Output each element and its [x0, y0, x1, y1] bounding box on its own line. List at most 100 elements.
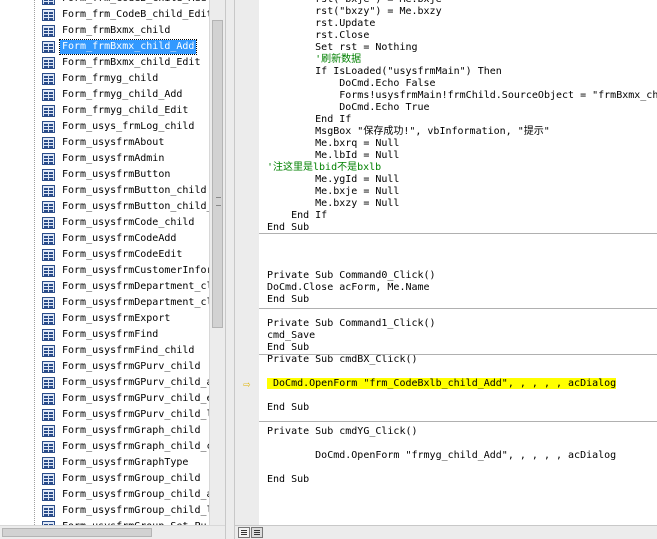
code-comment-line[interactable]: '注这里是lbid不是bxlb — [267, 162, 381, 174]
form-module-icon — [42, 409, 55, 421]
tree-item[interactable]: Form_frmBxmx_child_Add — [42, 39, 198, 55]
project-tree[interactable]: Form_frm_CodeB_child_Add Form_frm_CodeB_c… — [0, 0, 209, 525]
code-line[interactable]: MsgBox "保存成功!", vbInformation, "提示" — [267, 126, 550, 138]
tree-item[interactable]: Form_usysfrmCodeEdit — [42, 247, 184, 263]
code-line[interactable]: End Sub — [267, 294, 309, 306]
code-line[interactable]: Private Sub Command0_Click() — [267, 270, 436, 282]
tree-item-label: Form_frm_CodeB_child_Add — [60, 0, 209, 6]
tree-item[interactable]: Form_usysfrmAbout — [42, 135, 166, 151]
project-tree-horizontal-scrollbar[interactable] — [0, 525, 225, 539]
form-module-icon — [42, 73, 55, 85]
code-line[interactable]: Set rst = Nothing — [267, 42, 417, 54]
scrollbar-thumb[interactable] — [2, 528, 152, 537]
tree-item[interactable]: Form_usysfrmButton_child_ — [42, 199, 209, 215]
form-module-icon — [42, 121, 55, 133]
tree-item[interactable]: Form_frmBxmx_child_Edit — [42, 55, 202, 71]
project-tree-vertical-scrollbar[interactable] — [209, 0, 225, 525]
code-line[interactable]: Me.lbId = Null — [267, 150, 399, 162]
tree-item[interactable]: Form_usysfrmCustomerInfor — [42, 263, 209, 279]
tree-item[interactable]: Form_frmyg_child_Edit — [42, 103, 190, 119]
code-text: End Sub — [267, 294, 310, 305]
code-line[interactable]: DoCmd.OpenForm "frm_CodeBxlb_child_Add",… — [267, 378, 617, 390]
code-line[interactable]: Me.bxje = Null — [267, 186, 399, 198]
tree-item-label: Form_usysfrmGraph_child — [62, 425, 201, 436]
pane-splitter[interactable] — [225, 0, 235, 539]
tree-item[interactable]: Form_usysfrmGPurv_child_e — [42, 391, 209, 407]
code-line[interactable]: If IsLoaded("usysfrmMain") Then — [267, 66, 502, 78]
tree-item[interactable]: Form_frmyg_child_Add — [42, 87, 184, 103]
code-text: rst.Update — [267, 18, 376, 29]
code-text: rst.Close — [267, 30, 370, 41]
code-text: End Sub — [267, 474, 310, 485]
tree-item[interactable]: Form_usysfrmButton_child — [42, 183, 209, 199]
code-horizontal-scrollbar[interactable] — [263, 527, 657, 538]
code-line[interactable]: Private Sub Command1_Click() — [267, 318, 436, 330]
tree-item[interactable]: Form_frm_CodeB_child_Edit — [42, 7, 209, 23]
code-line[interactable]: rst("bxzy") = Me.bxzy — [267, 6, 441, 18]
tree-item[interactable]: Form_usysfrmGraph_child — [42, 423, 202, 439]
execution-arrow-icon: ⇨ — [243, 377, 251, 391]
code-text: '刷新数据 — [267, 54, 362, 65]
tree-item[interactable]: Form_frmyg_child — [42, 71, 160, 87]
tree-item[interactable]: Form_usysfrmFind_child — [42, 343, 196, 359]
code-editor[interactable]: rst("bxje") = Me.bxje rst("bxzy") = Me.b… — [259, 0, 657, 525]
tree-item-label: Form_usysfrmGPurv_child_e — [62, 393, 209, 404]
code-line[interactable]: cmd_Save — [267, 330, 315, 342]
code-line[interactable]: Forms!usysfrmMain!frmChild.SourceObject … — [267, 90, 657, 102]
current-statement-text: DoCmd.OpenForm "frm_CodeBxlb_child_Add",… — [267, 378, 617, 389]
code-line[interactable]: Private Sub cmdBX_Click() — [267, 354, 418, 366]
code-text: DoCmd.Echo False — [267, 78, 436, 89]
scrollbar-thumb[interactable] — [212, 20, 223, 328]
tree-item[interactable]: Form_usysfrmAdmin — [42, 151, 166, 167]
tree-item[interactable]: Form_frm_CodeB_child_Add — [42, 0, 209, 7]
form-module-icon — [42, 457, 55, 469]
code-line[interactable]: rst.Update — [267, 18, 375, 30]
form-module-icon — [42, 249, 55, 261]
code-line[interactable]: DoCmd.Echo False — [267, 78, 436, 90]
procedure-view-icon[interactable] — [238, 527, 250, 538]
code-text: Private Sub Command1_Click() — [267, 318, 436, 329]
tree-item[interactable]: Form_usys_frmLog_child — [42, 119, 196, 135]
code-line[interactable]: End Sub — [267, 342, 309, 354]
code-line[interactable]: End Sub — [267, 402, 309, 414]
code-line[interactable]: Me.ygId = Null — [267, 174, 399, 186]
code-line[interactable]: DoCmd.Echo True — [267, 102, 429, 114]
tree-item[interactable]: Form_usysfrmGroup_child_l — [42, 503, 209, 519]
tree-item[interactable]: Form_usysfrmGPurv_child_l — [42, 407, 209, 423]
tree-item[interactable]: Form_usysfrmDepartment_cl — [42, 295, 209, 311]
form-module-icon — [42, 441, 55, 453]
tree-item[interactable]: Form_usysfrmGroup_child — [42, 471, 202, 487]
code-line[interactable]: DoCmd.OpenForm "frmyg_child_Add", , , , … — [267, 450, 616, 462]
tree-item[interactable]: Form_usysfrmGroup_child_a — [42, 487, 209, 503]
tree-item[interactable]: Form_usysfrmButton — [42, 167, 172, 183]
tree-item-label: Form_usysfrmButton — [62, 169, 171, 180]
code-line[interactable]: End Sub — [267, 474, 309, 486]
tree-item-label: Form_usysfrmButton_child — [62, 185, 207, 196]
tree-item-label: Form_usysfrmDepartment_cl — [62, 297, 209, 308]
code-line[interactable]: Me.bxzy = Null — [267, 198, 399, 210]
tree-item-label: Form_usys_frmLog_child — [62, 121, 195, 132]
tree-item[interactable]: Form_usysfrmFind — [42, 327, 160, 343]
tree-item[interactable]: Form_usysfrmExport — [42, 311, 172, 327]
tree-item[interactable]: Form_usysfrmGraph_child_c — [42, 439, 209, 455]
tree-item[interactable]: Form_usysfrmGraphType — [42, 455, 190, 471]
code-line[interactable]: rst.Close — [267, 30, 369, 42]
form-module-icon — [42, 297, 55, 309]
tree-item[interactable]: Form_usysfrmDepartment_cl — [42, 279, 209, 295]
code-line[interactable]: Me.bxrq = Null — [267, 138, 399, 150]
tree-item[interactable]: Form_usysfrmCode_child — [42, 215, 196, 231]
form-module-icon — [42, 473, 55, 485]
code-margin-indicator-bar[interactable] — [235, 0, 259, 525]
code-line[interactable]: End If — [267, 114, 351, 126]
code-comment-line[interactable]: '刷新数据 — [267, 54, 361, 66]
tree-item-label: Form_frmyg_child_Add — [62, 89, 183, 100]
tree-item[interactable]: Form_usysfrmCodeAdd — [42, 231, 178, 247]
code-line[interactable]: Private Sub cmdYG_Click() — [267, 426, 418, 438]
code-line[interactable]: DoCmd.Close acForm, Me.Name — [267, 282, 430, 294]
tree-item[interactable]: Form_usysfrmGPurv_child — [42, 359, 202, 375]
full-module-view-icon[interactable] — [251, 527, 263, 538]
tree-item[interactable]: Form_usysfrmGPurv_child_a — [42, 375, 209, 391]
tree-item[interactable]: Form_frmBxmx_child — [42, 23, 172, 39]
tree-item-label: Form_usysfrmGraph_child_c — [62, 441, 209, 452]
code-line[interactable]: End If — [267, 210, 327, 222]
